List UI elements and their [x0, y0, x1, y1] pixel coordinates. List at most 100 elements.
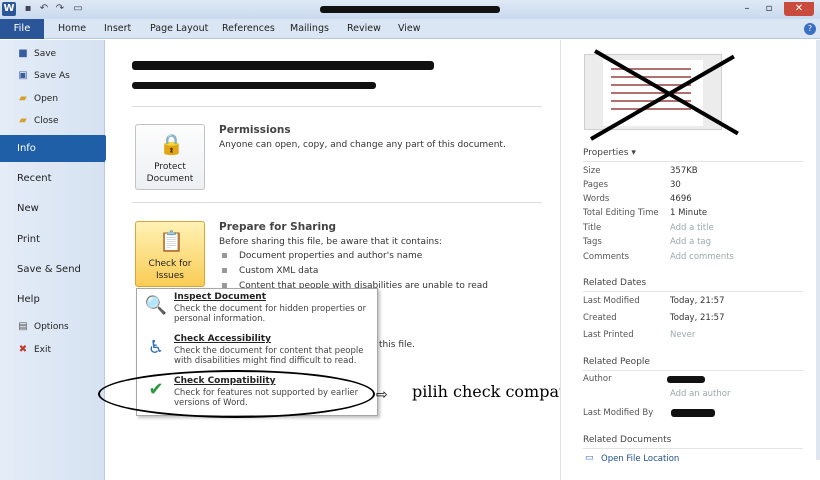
exit-icon: ✖	[18, 344, 28, 355]
minimize-icon[interactable]: –	[738, 2, 756, 16]
author-name-redacted	[667, 376, 705, 383]
open-file-location-link[interactable]: Open File Location	[601, 454, 679, 464]
bullet-marker	[222, 253, 227, 258]
bullet-marker	[222, 268, 227, 273]
section-divider	[583, 370, 803, 371]
thumbnail-text-line	[611, 92, 691, 94]
nav-recent[interactable]: Recent	[0, 165, 105, 192]
checklist-icon: 📋	[159, 229, 184, 253]
prop-key: Last Printed	[583, 330, 634, 340]
nav-close-label: Close	[34, 116, 59, 126]
section-divider	[132, 202, 542, 203]
lock-document-icon: 🔒	[159, 132, 184, 156]
section-divider	[583, 448, 803, 449]
section-divider	[583, 291, 803, 292]
last-modified-value: Today, 21:57	[670, 296, 725, 306]
prepare-sharing-intro: Before sharing this file, be aware that …	[219, 237, 442, 247]
inspect-document-desc: Check the document for hidden properties…	[174, 304, 367, 324]
nav-exit[interactable]: ✖ Exit	[0, 340, 105, 362]
folder-icon: ▭	[585, 453, 594, 463]
ribbon-tabs: File Home Insert Page Layout References …	[0, 19, 820, 39]
related-dates-header: Related Dates	[583, 278, 647, 288]
nav-save-as[interactable]: ▣ Save As	[0, 66, 105, 88]
nav-save-label: Save	[34, 49, 57, 59]
prop-size-value: 357KB	[670, 166, 698, 176]
nav-options[interactable]: ▤ Options	[0, 317, 105, 339]
permissions-title: Permissions	[219, 124, 291, 136]
prop-key: Tags	[583, 237, 602, 247]
tab-references[interactable]: References	[222, 19, 275, 39]
versions-partial-text: f this file.	[373, 340, 415, 350]
nav-info-label: Info	[17, 143, 36, 154]
menu-check-accessibility[interactable]: ♿ Check Accessibility Check the document…	[137, 331, 377, 373]
nav-save-send[interactable]: Save & Send	[0, 256, 105, 283]
prop-key: Comments	[583, 252, 630, 262]
open-folder-icon: ▰	[19, 93, 27, 104]
help-icon[interactable]: ?	[804, 23, 816, 35]
last-printed-value: Never	[670, 330, 696, 340]
undo-icon[interactable]: ↶	[38, 3, 50, 15]
close-icon[interactable]: ✕	[784, 2, 814, 16]
inspect-document-icon: 🔍	[144, 295, 168, 316]
section-divider	[583, 161, 803, 162]
created-value: Today, 21:57	[670, 313, 725, 323]
nav-exit-label: Exit	[34, 345, 52, 355]
related-documents-header: Related Documents	[583, 435, 672, 445]
add-comments-field[interactable]: Add comments	[670, 252, 734, 262]
prop-pages-value: 30	[670, 180, 681, 190]
nav-new[interactable]: New	[0, 195, 105, 222]
tab-view[interactable]: View	[398, 19, 421, 39]
vertical-scrollbar[interactable]	[816, 40, 820, 460]
modifier-name-redacted	[671, 409, 715, 417]
restore-icon[interactable]: ▫	[760, 2, 778, 16]
add-author-link[interactable]: Add an author	[670, 389, 730, 399]
tab-page-layout[interactable]: Page Layout	[150, 19, 208, 39]
prop-words-value: 4696	[670, 194, 692, 204]
word-backstage-window: W ▪ ↶ ↷ ▭ – ▫ ✕ File Home Insert Page La…	[0, 0, 820, 480]
protect-document-label: Protect Document	[146, 162, 194, 184]
document-title-redacted	[132, 61, 434, 70]
tab-file[interactable]: File	[0, 19, 44, 39]
thumbnail-page	[603, 60, 703, 126]
close-document-icon: ▰	[19, 115, 27, 126]
tab-insert[interactable]: Insert	[104, 19, 131, 39]
prop-key: Pages	[583, 180, 609, 190]
protect-document-button[interactable]: 🔒 Protect Document	[135, 124, 205, 190]
redo-icon[interactable]: ↷	[54, 3, 66, 15]
nav-info[interactable]: Info	[0, 135, 115, 162]
save-as-icon: ▣	[18, 70, 28, 81]
permissions-text: Anyone can open, copy, and change any pa…	[219, 140, 506, 150]
document-thumbnail[interactable]	[584, 49, 739, 141]
add-tag-field[interactable]: Add a tag	[670, 237, 711, 247]
author-label: Author	[583, 374, 612, 384]
check-for-issues-button[interactable]: 📋 Check for Issues	[135, 221, 205, 287]
nav-print[interactable]: Print	[0, 226, 105, 253]
word-app-icon[interactable]: W	[2, 2, 16, 16]
nav-open[interactable]: ▰ Open	[0, 89, 105, 111]
prop-editing-time-value: 1 Minute	[670, 208, 708, 218]
inspect-document-title: Inspect Document	[174, 292, 267, 302]
tab-home[interactable]: Home	[58, 19, 86, 39]
related-people-header: Related People	[583, 357, 650, 367]
annotation-arrow: ⇨	[376, 387, 388, 403]
tab-mailings[interactable]: Mailings	[290, 19, 329, 39]
prepare-sharing-title: Prepare for Sharing	[219, 221, 337, 233]
nav-save[interactable]: ■ Save	[0, 44, 105, 66]
add-title-field[interactable]: Add a title	[670, 223, 714, 233]
nav-open-label: Open	[34, 94, 59, 104]
annotation-ellipse	[98, 370, 375, 418]
window-title-redacted	[320, 6, 500, 13]
nav-close[interactable]: ▰ Close	[0, 111, 105, 133]
nav-help[interactable]: Help	[0, 286, 105, 313]
save-icon[interactable]: ▪	[22, 3, 34, 15]
thumbnail-text-line	[611, 76, 691, 78]
prop-key: Last Modified	[583, 296, 640, 306]
new-document-icon[interactable]: ▭	[72, 3, 84, 15]
last-modified-by-label: Last Modified By	[583, 408, 654, 418]
properties-header[interactable]: Properties ▾	[583, 148, 636, 158]
sharing-item: Document properties and author's name	[239, 251, 423, 261]
tab-review[interactable]: Review	[347, 19, 381, 39]
properties-panel: Properties ▾ Size 357KB Pages 30 Words 4…	[560, 40, 820, 480]
menu-inspect-document[interactable]: 🔍 Inspect Document Check the document fo…	[137, 289, 377, 331]
prop-key: Size	[583, 166, 601, 176]
